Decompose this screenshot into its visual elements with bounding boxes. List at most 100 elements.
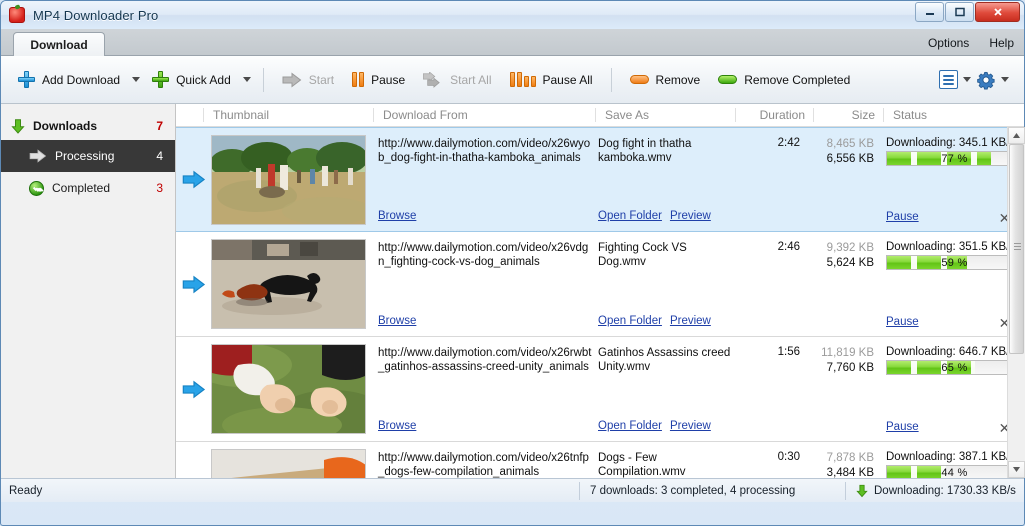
table-row[interactable]: http://www.dailymotion.com/video/x26wyob…	[176, 127, 1007, 232]
minimize-button[interactable]	[915, 2, 944, 22]
row-saveas-cell: Fighting Cock VS Dog.wmv Open Folder Pre…	[598, 232, 738, 336]
status-summary: 7 downloads: 3 completed, 4 processing	[590, 484, 796, 497]
status-divider	[579, 481, 580, 500]
quick-add-label: Quick Add	[176, 72, 231, 87]
pause-all-label: Pause All	[542, 72, 593, 87]
application-window: MP4 Downloader Pro Download Options Help…	[0, 0, 1025, 526]
row-url-cell: http://www.dailymotion.com/video/x26vdgn…	[376, 232, 598, 336]
video-thumbnail[interactable]	[211, 449, 366, 478]
column-duration: Duration	[735, 108, 813, 122]
sidebar-completed-count: 3	[156, 181, 163, 195]
remove-completed-button[interactable]: Remove Completed	[709, 62, 859, 98]
gear-icon[interactable]	[976, 70, 996, 90]
start-all-button[interactable]: Start All	[414, 62, 500, 98]
video-thumbnail[interactable]	[211, 135, 366, 225]
row-status-arrow	[176, 337, 211, 441]
quick-add-button[interactable]: Quick Add	[143, 62, 240, 98]
tab-download[interactable]: Download	[13, 32, 105, 56]
progress-bar: 44 %	[886, 465, 1007, 478]
row-status-cell: Downloading: 351.5 KB/s 59 % Pause ✕	[880, 232, 1007, 336]
row-status-cell: Downloading: 646.7 KB/s 65 % Pause ✕	[880, 337, 1007, 441]
sidebar: Downloads 7 Processing 4 Completed 3	[1, 104, 176, 478]
video-thumbnail[interactable]	[211, 344, 366, 434]
quick-add-dropdown[interactable]	[240, 63, 254, 97]
open-folder-link[interactable]: Open Folder	[598, 314, 662, 328]
preview-link[interactable]: Preview	[670, 419, 711, 433]
pause-all-button[interactable]: Pause All	[501, 62, 602, 98]
progress-bar-label: 44 %	[941, 466, 968, 479]
browse-link[interactable]: Browse	[378, 209, 416, 223]
progress-bar: 77 %	[886, 151, 1007, 166]
toolbar-divider	[610, 67, 612, 92]
pause-link[interactable]: Pause	[886, 421, 919, 433]
add-download-button[interactable]: Add Download	[9, 62, 129, 98]
row-status-arrow	[176, 232, 211, 336]
browse-link[interactable]: Browse	[378, 419, 416, 433]
close-icon[interactable]: ✕	[998, 421, 1007, 435]
status-speed-group: Downloading: 1730.33 KB/s	[856, 484, 1016, 498]
download-arrow-icon	[856, 484, 868, 497]
row-status-text: Downloading: 351.5 KB/s	[886, 241, 1007, 253]
menu-bar: Options Help	[928, 36, 1014, 50]
sidebar-completed-label: Completed	[52, 181, 111, 195]
menu-item-options[interactable]: Options	[928, 36, 969, 50]
column-save-as: Save As	[595, 108, 735, 122]
pause-link[interactable]: Pause	[886, 211, 919, 223]
row-size-cell: 9,392 KB 5,624 KB	[808, 232, 880, 336]
row-save-as: Gatinhos Assassins creed Unity.wmv	[598, 347, 731, 373]
pause-link[interactable]: Pause	[886, 316, 919, 328]
list-view-dropdown[interactable]	[960, 63, 974, 97]
toolbar-right-group	[939, 63, 1016, 97]
list-icon[interactable]	[939, 70, 958, 89]
table-row[interactable]: http://www.dailymotion.com/video/x26vdgn…	[176, 232, 1007, 337]
sidebar-header-downloads[interactable]: Downloads 7	[1, 112, 175, 140]
maximize-button[interactable]	[945, 2, 974, 22]
close-icon[interactable]: ✕	[998, 316, 1007, 330]
pause-icon	[352, 72, 365, 87]
row-url: http://www.dailymotion.com/video/x26tnfp…	[378, 452, 589, 478]
add-download-dropdown[interactable]	[129, 63, 143, 97]
remove-button[interactable]: Remove	[621, 62, 710, 98]
settings-dropdown[interactable]	[998, 63, 1012, 97]
menu-item-help[interactable]: Help	[989, 36, 1014, 50]
close-icon[interactable]: ✕	[998, 211, 1007, 225]
vertical-scrollbar[interactable]	[1007, 127, 1025, 478]
row-status-text: Downloading: 387.1 KB/s	[886, 451, 1007, 463]
scrollbar-track[interactable]	[1007, 144, 1025, 461]
status-divider	[845, 481, 846, 500]
row-status-arrow	[176, 442, 211, 478]
row-thumbnail-cell	[211, 232, 376, 336]
row-thumbnail-cell	[211, 128, 376, 231]
sidebar-item-processing[interactable]: Processing 4	[1, 140, 175, 172]
row-status-text: Downloading: 345.1 KB/s	[886, 137, 1007, 149]
scroll-up-button[interactable]	[1007, 127, 1025, 144]
preview-link[interactable]: Preview	[670, 314, 711, 328]
open-folder-link[interactable]: Open Folder	[598, 209, 662, 223]
scrollbar-thumb[interactable]	[1008, 144, 1024, 354]
add-download-label: Add Download	[42, 72, 121, 87]
row-url-cell: http://www.dailymotion.com/video/x26rwbt…	[376, 337, 598, 441]
row-size-total: 11,819 KB	[821, 347, 874, 359]
remove-completed-icon	[718, 75, 738, 84]
progress-bar-label: 65 %	[941, 361, 968, 374]
status-ready: Ready	[9, 484, 43, 497]
close-button[interactable]	[975, 2, 1020, 22]
remove-completed-label: Remove Completed	[744, 72, 851, 87]
plus-icon	[152, 71, 170, 88]
pause-button[interactable]: Pause	[343, 62, 414, 98]
table-row[interactable]: http://www.dailymotion.com/video/x26tnfp…	[176, 442, 1007, 478]
progress-bar-label: 59 %	[941, 256, 968, 269]
table-row[interactable]: http://www.dailymotion.com/video/x26rwbt…	[176, 337, 1007, 442]
row-url: http://www.dailymotion.com/video/x26wyob…	[378, 138, 591, 164]
scrollbar-grip-icon	[1013, 243, 1021, 250]
start-button[interactable]: Start	[273, 62, 343, 98]
browse-link[interactable]: Browse	[378, 314, 416, 328]
sidebar-item-completed[interactable]: Completed 3	[1, 172, 175, 204]
video-thumbnail[interactable]	[211, 239, 366, 329]
row-size-downloaded: 6,556 KB	[826, 153, 874, 165]
preview-link[interactable]: Preview	[670, 209, 711, 223]
column-size: Size	[813, 108, 883, 122]
open-folder-link[interactable]: Open Folder	[598, 419, 662, 433]
scroll-down-button[interactable]	[1007, 461, 1025, 478]
row-size-cell: 11,819 KB 7,760 KB	[808, 337, 880, 441]
